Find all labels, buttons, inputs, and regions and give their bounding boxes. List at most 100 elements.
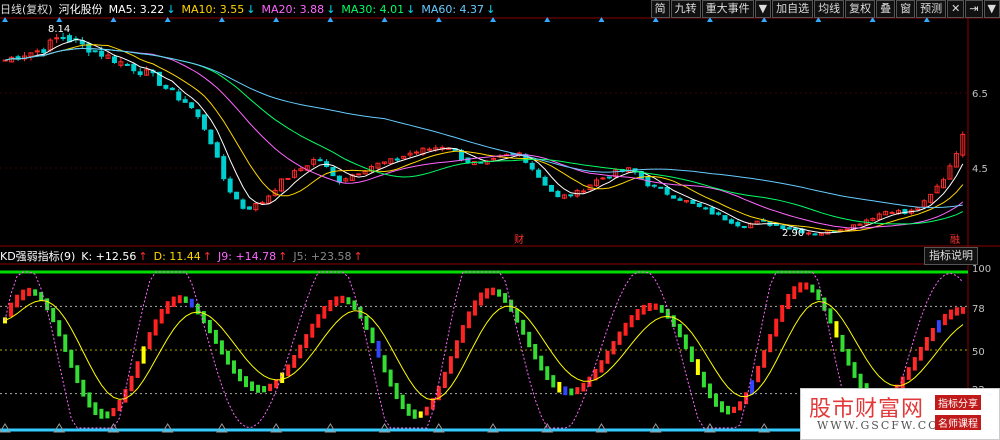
kd-bar <box>918 346 923 361</box>
watermark-tag-course: 名师课程 <box>935 415 981 430</box>
candle-body <box>54 37 60 40</box>
kd-bar <box>858 373 863 389</box>
nine-turn-button[interactable]: 九转 <box>670 0 701 18</box>
candle-body <box>285 177 291 180</box>
kd-bar <box>231 360 236 374</box>
candle-body <box>99 50 105 57</box>
major-events-button[interactable]: 重大事件 <box>701 0 754 18</box>
indicator-explain-button[interactable]: 指标说明 <box>924 247 978 265</box>
kd-bar <box>129 375 134 392</box>
kd-bar <box>171 296 176 307</box>
kd-bar <box>334 296 339 306</box>
stock-chart-canvas[interactable]: 6.5 4.5 100 78 50 22 8.14 2.90 财 融 <box>0 0 1000 440</box>
kd-bar <box>641 304 646 315</box>
candle-body <box>92 50 98 53</box>
kd-bar <box>39 292 44 302</box>
candle-body <box>555 190 561 198</box>
indicator-title[interactable]: KD强弱指标(9) <box>0 248 75 264</box>
kd-bar <box>153 319 158 336</box>
kd-bar <box>707 383 712 399</box>
candle-body <box>227 178 233 193</box>
add-watchlist-button[interactable]: 加自选 <box>772 0 814 18</box>
kd-bar <box>792 286 797 300</box>
candle-body <box>536 169 542 178</box>
price-axis-label: 6.5 <box>972 89 988 100</box>
candle-body <box>195 109 201 118</box>
chart-toolbar: 简 九转 重大事件 ▼ 加自选 均线 复权 叠 窗 预测 ✕ ⇥ ▼ <box>650 0 1000 18</box>
candle-body <box>414 151 420 154</box>
ma20-value: MA20: 3.88 ↓ <box>261 2 336 16</box>
candle-body <box>735 221 741 227</box>
forecast-button[interactable]: 预测 <box>916 0 947 18</box>
kd-bar <box>617 331 622 345</box>
kd-bar <box>653 303 658 310</box>
candle-body <box>317 159 323 162</box>
events-dropdown-button[interactable]: ▼ <box>754 0 772 18</box>
watermark-url: WWW.GSCFW.COM <box>817 419 953 432</box>
kd-bar <box>81 379 86 397</box>
kd-bar <box>774 318 779 337</box>
price-candles <box>2 32 966 236</box>
adjust-price-button[interactable]: 复权 <box>845 0 876 18</box>
stock-name: 河化股份 <box>58 3 103 16</box>
margin-trading-marker: 融 <box>950 234 960 246</box>
kd-bar <box>906 367 911 380</box>
candle-body <box>812 233 818 236</box>
kd-bar <box>159 308 164 324</box>
candle-body <box>542 176 548 186</box>
kd-bar <box>298 344 303 359</box>
kd-bar <box>292 354 297 368</box>
pin-icon[interactable]: ⇥ <box>965 0 983 18</box>
candle-body <box>137 71 143 76</box>
indicator-axis-label: 78 <box>972 304 985 315</box>
kd-bar <box>719 401 724 413</box>
menu-dropdown-icon[interactable]: ▼ <box>983 0 1000 18</box>
kd-bar <box>659 305 664 313</box>
kd-bar <box>99 408 104 419</box>
kd-bar <box>316 314 321 328</box>
candle-body <box>703 207 709 210</box>
kd-bar <box>551 375 556 388</box>
kd-bar <box>328 299 333 312</box>
candle-body <box>182 99 188 103</box>
candle-body <box>214 142 220 158</box>
kd-bar <box>189 298 194 308</box>
kd-bar <box>382 355 387 373</box>
kd-bar <box>810 284 815 293</box>
window-button[interactable]: 窗 <box>896 0 916 18</box>
kd-bar <box>822 297 827 311</box>
kd-bar <box>262 386 267 393</box>
candle-body <box>336 175 342 183</box>
candle-body <box>189 102 195 109</box>
candle-body <box>66 35 72 43</box>
kd-bar <box>322 306 327 319</box>
kd-bar <box>478 292 483 306</box>
j9-value: J9: +14.78 ↑ <box>218 249 288 263</box>
candle-body <box>41 49 47 53</box>
kd-bar <box>51 307 56 323</box>
candle-body <box>600 177 606 180</box>
close-icon[interactable]: ✕ <box>947 0 965 18</box>
kd-bar <box>611 341 616 355</box>
kd-bar <box>497 289 502 297</box>
kd-bar <box>394 383 399 400</box>
simple-button[interactable]: 简 <box>650 0 670 18</box>
candle-body <box>124 63 130 66</box>
kd-bar <box>364 316 369 330</box>
kd-bar <box>15 294 20 308</box>
ma-line-button[interactable]: 均线 <box>814 0 845 18</box>
overlay-button[interactable]: 叠 <box>876 0 896 18</box>
candle-body <box>651 184 657 187</box>
kd-bar <box>460 325 465 343</box>
kd-bar <box>762 350 767 368</box>
kd-bar <box>846 348 851 366</box>
indicator-axis-label: 50 <box>972 347 985 358</box>
candle-body <box>426 148 432 151</box>
kd-bar <box>569 388 574 396</box>
kd-bar <box>689 346 694 363</box>
candle-body <box>246 206 252 210</box>
candle-body <box>696 203 702 207</box>
period-label[interactable]: 日线(复权) <box>0 1 53 17</box>
kd-bar <box>840 334 845 352</box>
kd-bar <box>213 329 218 344</box>
